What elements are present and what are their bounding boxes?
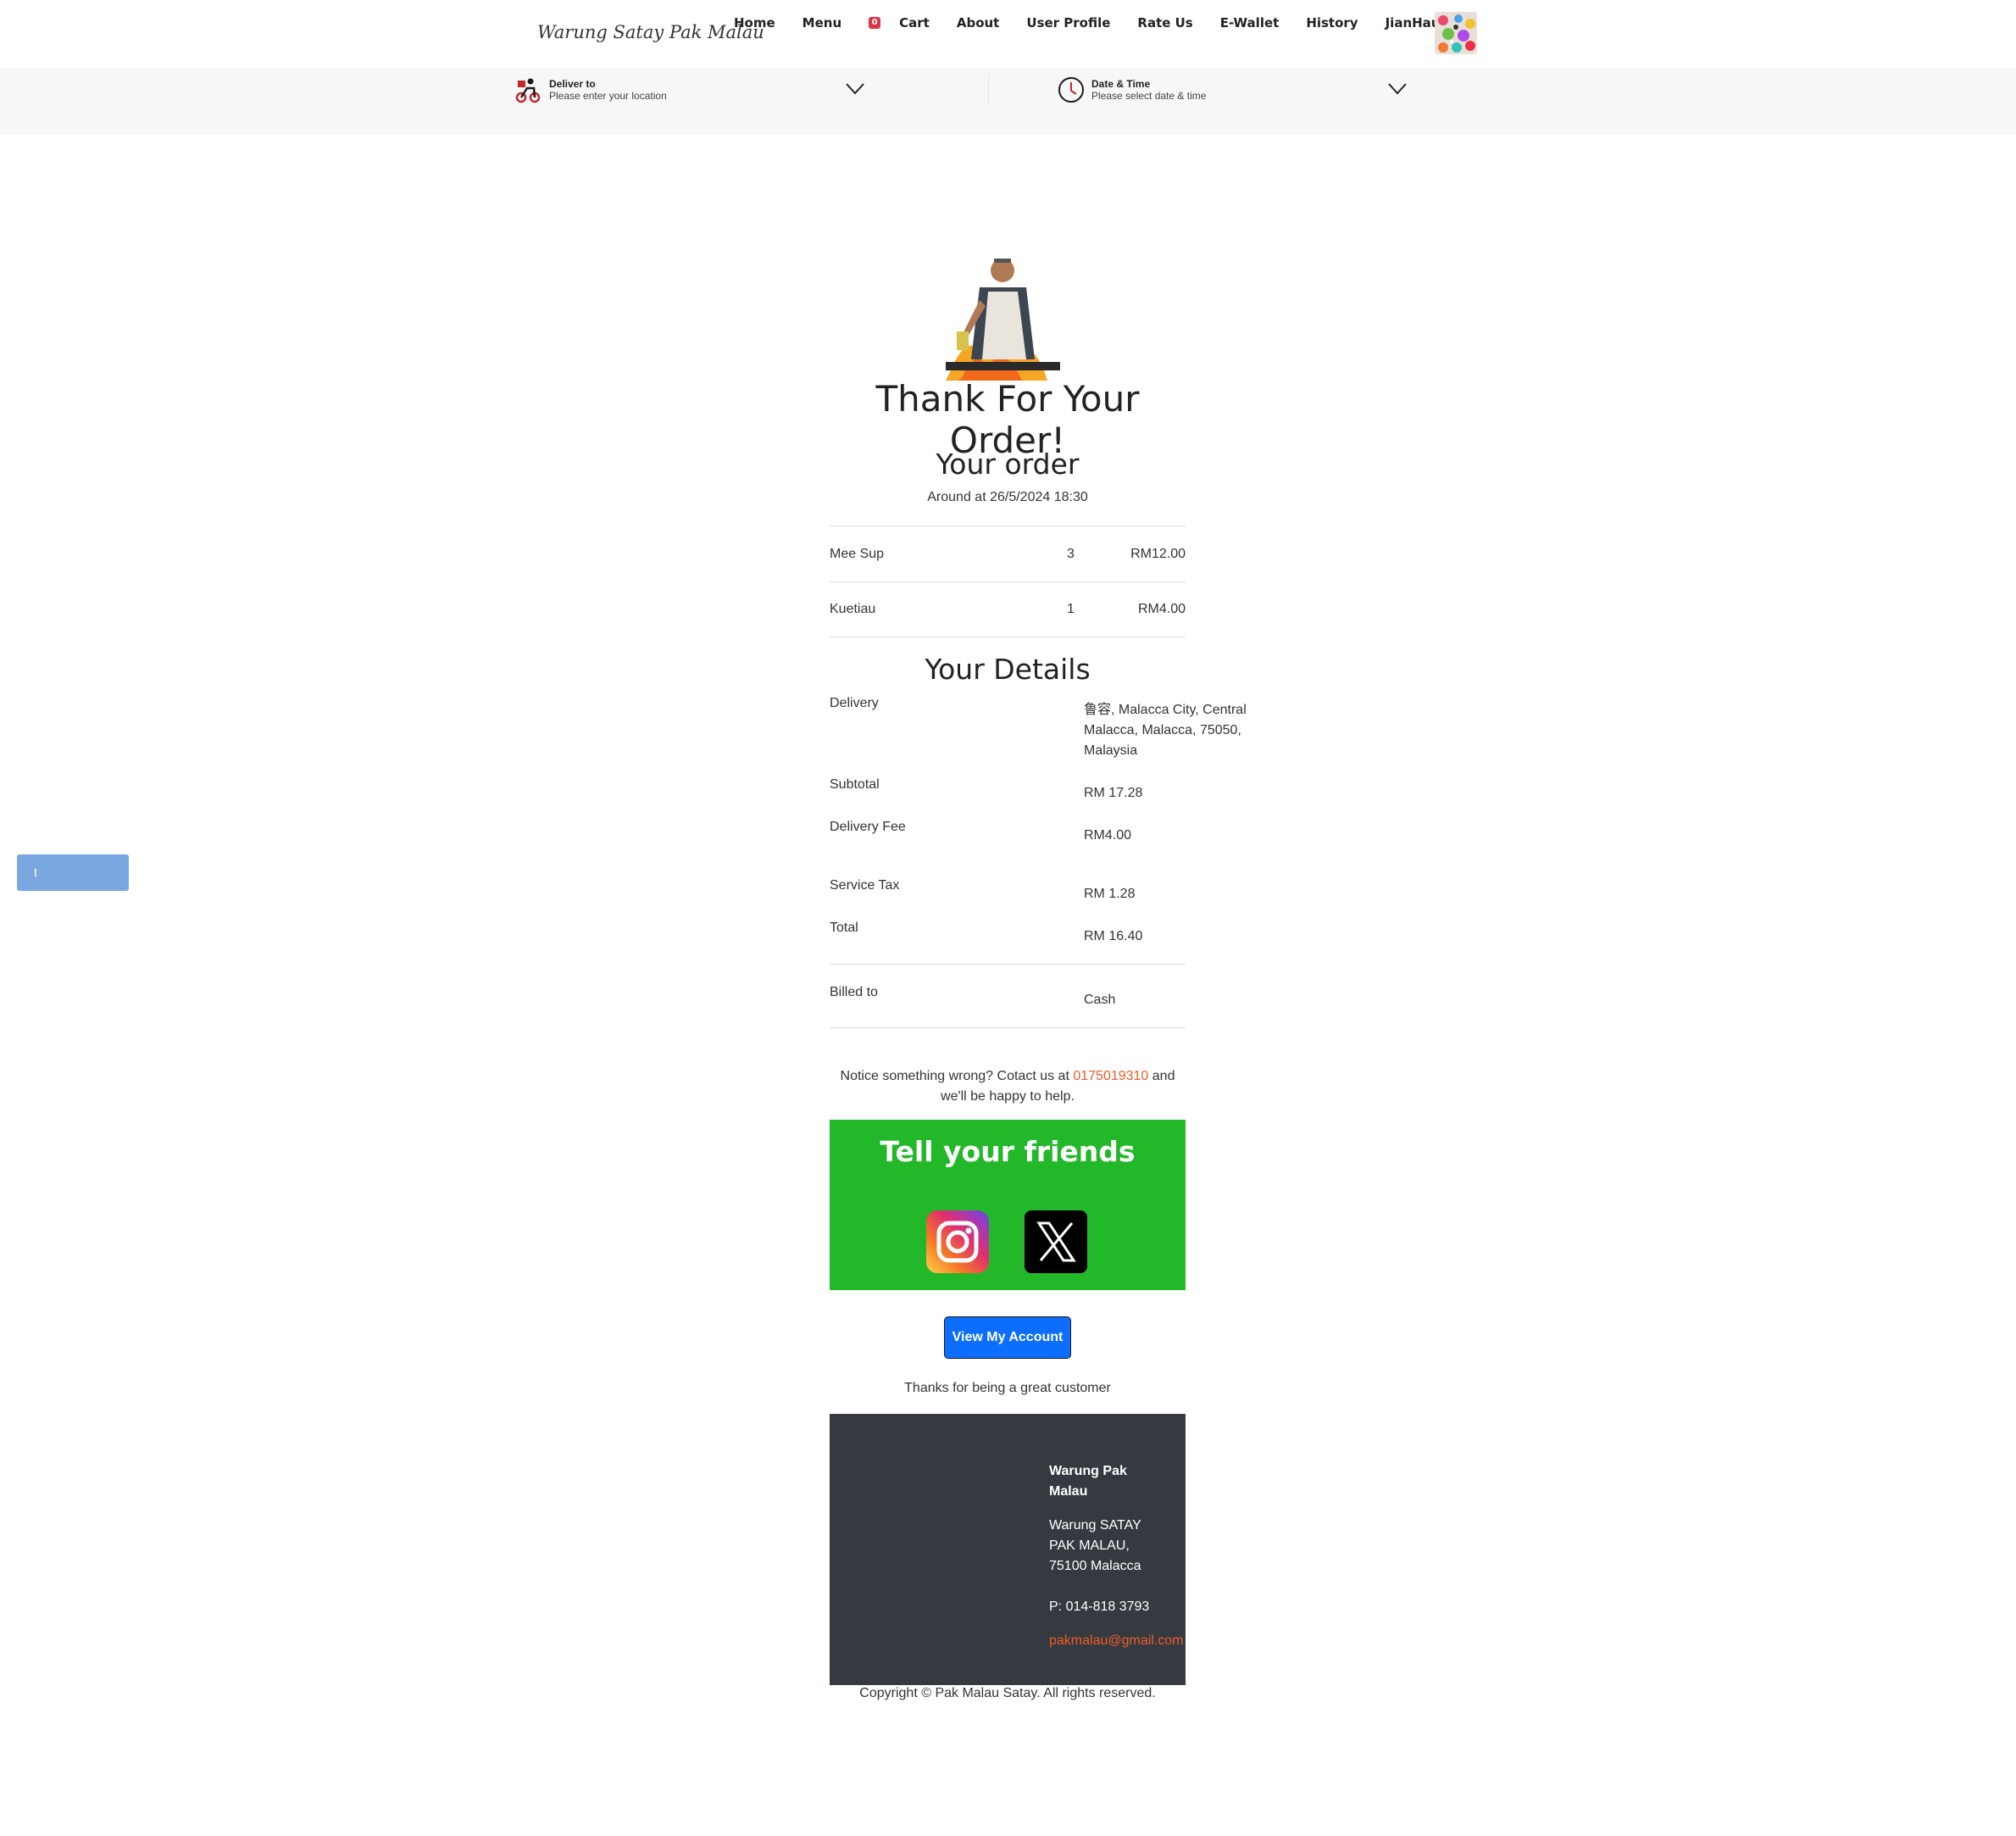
order-time: Around at 26/5/2024 18:30	[927, 490, 1088, 504]
total-value: RM 16.40	[1084, 929, 1143, 943]
item-price: RM4.00	[1137, 602, 1186, 616]
notice-text: Notice something wrong? Cotact us at	[840, 1069, 1074, 1083]
service-tax-label: Service Tax	[830, 878, 900, 893]
your-details-heading: Your Details	[925, 653, 1091, 686]
chef-grilling-image	[941, 253, 1064, 381]
order-item-row: Kuetiau 1 RM4.00	[830, 602, 1186, 627]
billed-to-label: Billed to	[830, 985, 878, 999]
nav-home[interactable]: Home	[734, 15, 775, 31]
contact-phone-link[interactable]: 0175019310	[1073, 1069, 1148, 1083]
divider	[830, 964, 1186, 965]
item-qty: 3	[1067, 547, 1075, 561]
footer-contact-box: Warung Pak Malau Warung SATAY PAK MALAU,…	[830, 1414, 1186, 1685]
chevron-down-icon[interactable]	[1388, 83, 1407, 99]
nav-history[interactable]: History	[1306, 15, 1358, 31]
divider	[988, 75, 989, 103]
avatar[interactable]	[1435, 12, 1477, 54]
nav-cart[interactable]: Cart	[899, 15, 930, 31]
footer-phone: P: 014-818 3793	[1049, 1600, 1150, 1614]
nav-rate-us[interactable]: Rate Us	[1137, 15, 1192, 31]
item-name: Kuetiau	[830, 602, 876, 616]
instagram-icon[interactable]	[926, 1210, 989, 1273]
contact-notice: Notice something wrong? Cotact us at 017…	[830, 1066, 1186, 1107]
date-time-selector[interactable]: Date & Time Please select date & time	[1058, 75, 1407, 105]
thanks-message: Thanks for being a great customer	[904, 1381, 1111, 1395]
chevron-down-icon[interactable]	[846, 83, 864, 99]
date-time-title: Date & Time	[1091, 78, 1151, 90]
billed-to-value: Cash	[1084, 993, 1116, 1007]
footer-email-link[interactable]: pakmalau@gmail.com	[1049, 1631, 1189, 1651]
subtotal-value: RM 17.28	[1084, 786, 1143, 800]
top-navbar: Warung Satay Pak Malau Home Menu 0 Cart …	[0, 0, 2016, 68]
nav-about[interactable]: About	[957, 15, 1000, 31]
nav-ewallet[interactable]: E-Wallet	[1220, 15, 1280, 31]
copyright: Copyright © Pak Malau Satay. All rights …	[859, 1686, 1156, 1700]
item-qty: 1	[1067, 602, 1075, 616]
share-heading: Tell your friends	[880, 1135, 1136, 1168]
view-account-button[interactable]: View My Account	[944, 1316, 1071, 1359]
deliver-to-selector[interactable]: Deliver to Please enter your location	[515, 75, 864, 105]
nav-user-profile[interactable]: User Profile	[1026, 15, 1110, 31]
item-price: RM12.00	[1130, 547, 1186, 561]
nav-links: Home Menu 0 Cart About User Profile Rate…	[734, 14, 1505, 32]
footer-address: Warung SATAY PAK MALAU, 75100 Malacca	[1049, 1518, 1141, 1573]
nav-menu[interactable]: Menu	[803, 15, 841, 31]
delivery-label: Delivery	[830, 696, 879, 710]
scooter-icon	[515, 75, 541, 104]
side-floating-button[interactable]: t	[17, 854, 129, 891]
deliver-to-placeholder: Please enter your location	[549, 90, 667, 102]
delivery-address: 鲁容, Malacca City, Central Malacca, Malac…	[1084, 703, 1247, 758]
delivery-fee-label: Delivery Fee	[830, 820, 906, 834]
divider	[830, 581, 1186, 582]
total-label: Total	[830, 921, 858, 935]
service-tax-value: RM 1.28	[1084, 887, 1136, 901]
order-item-row: Mee Sup 3 RM12.00	[830, 547, 1186, 572]
clock-icon	[1058, 76, 1085, 103]
item-name: Mee Sup	[830, 547, 885, 561]
share-section: Tell your friends	[830, 1120, 1186, 1290]
date-time-placeholder: Please select date & time	[1091, 90, 1207, 102]
x-twitter-icon[interactable]	[1025, 1210, 1087, 1273]
subtotal-label: Subtotal	[830, 777, 880, 792]
your-order-heading: Your order	[936, 448, 1080, 481]
deliver-to-title: Deliver to	[549, 78, 596, 90]
cart-count-badge: 0	[869, 17, 881, 29]
delivery-options-bar: Deliver to Please enter your location Da…	[0, 68, 2016, 135]
delivery-fee-value: RM4.00	[1084, 828, 1132, 843]
divider	[830, 1027, 1186, 1028]
brand-logo-text[interactable]: Warung Satay Pak Malau	[537, 22, 764, 42]
footer-name: Warung Pak Malau	[1049, 1464, 1127, 1499]
